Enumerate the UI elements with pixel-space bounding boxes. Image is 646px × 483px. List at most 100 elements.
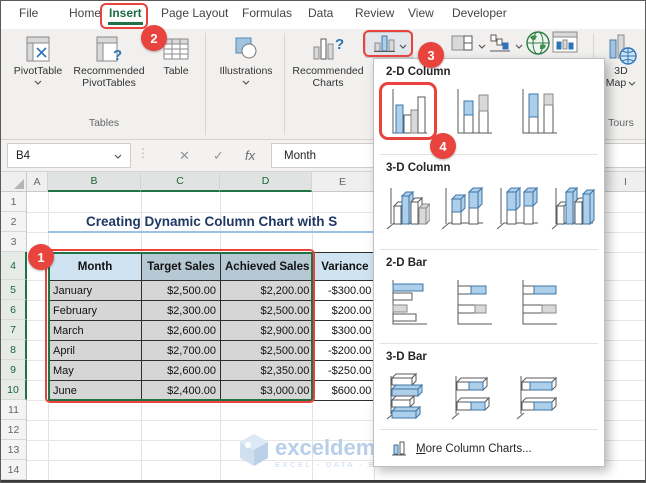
3d-stacked-bar-option[interactable] — [449, 371, 495, 427]
3d-100-percent-stacked-bar-option[interactable] — [514, 371, 560, 427]
row-header-8[interactable]: 8 — [1, 340, 27, 360]
tab-formulas[interactable]: Formulas — [242, 6, 292, 20]
cell[interactable]: $2,200.00 — [219, 280, 315, 301]
row-header-2[interactable]: 2 — [1, 212, 27, 232]
100-percent-stacked-column-option[interactable] — [514, 87, 560, 143]
column-chart-dropdown-menu: 2-D Column 3-D Column 2-D Bar 3-D Bar More C… — [373, 58, 605, 467]
pivotchart-button[interactable] — [550, 31, 579, 58]
insert-function-button[interactable]: fx — [245, 143, 255, 168]
cell[interactable]: $2,300.00 — [141, 300, 221, 321]
more-column-charts-option[interactable]: More Column Charts... — [374, 436, 604, 462]
insert-waterfall-chart-button[interactable] — [489, 32, 522, 58]
tab-review[interactable]: Review — [355, 6, 394, 20]
tab-page-layout[interactable]: Page Layout — [161, 6, 228, 20]
row-header-13[interactable]: 13 — [1, 440, 27, 460]
100-percent-stacked-bar-option[interactable] — [514, 278, 560, 334]
row-header-14[interactable]: 14 — [1, 460, 27, 480]
insert-map-chart-button[interactable] — [522, 30, 553, 58]
cell[interactable]: $2,700.00 — [141, 340, 221, 361]
tab-view[interactable]: View — [408, 6, 434, 20]
3d-clustered-column-icon — [384, 182, 432, 239]
3d-stacked-column-option[interactable] — [439, 183, 485, 239]
row-header-7[interactable]: 7 — [1, 320, 27, 340]
row-header-1[interactable]: 1 — [1, 192, 27, 212]
clustered-bar-option[interactable] — [384, 278, 430, 334]
cell[interactable]: February — [48, 300, 142, 321]
3d-map-button[interactable]: 3D Map — [599, 33, 643, 89]
tab-file[interactable]: File — [19, 6, 38, 20]
cell[interactable]: -$300.00 — [313, 280, 377, 301]
recommended-charts-button[interactable]: ? Recommended Charts — [291, 33, 365, 89]
3d-column-option[interactable] — [549, 183, 596, 239]
row-header-5[interactable]: 5 — [1, 280, 27, 300]
cell[interactable]: $2,600.00 — [141, 360, 221, 381]
table-header-achieved-sales[interactable]: Achieved Sales — [219, 252, 315, 281]
row-header-3[interactable]: 3 — [1, 232, 27, 252]
row-header-11[interactable]: 11 — [1, 400, 27, 420]
tab-developer[interactable]: Developer — [452, 6, 507, 20]
table-header-month[interactable]: Month — [48, 252, 142, 281]
column-header-E[interactable]: E — [312, 172, 374, 192]
select-all-corner[interactable] — [1, 172, 27, 192]
cell[interactable]: June — [48, 380, 142, 401]
3d-clustered-bar-option[interactable] — [384, 371, 430, 427]
recommended-pivottables-button[interactable]: ? Recommended PivotTables — [65, 33, 153, 89]
table-header-variance[interactable]: Variance — [313, 252, 377, 281]
3d-100-percent-stacked-column-option[interactable] — [494, 183, 540, 239]
column-header-I[interactable]: I — [605, 172, 645, 192]
3d-map-label-1: 3D — [614, 65, 628, 77]
cell[interactable]: March — [48, 320, 142, 341]
tab-data[interactable]: Data — [308, 6, 333, 20]
cell[interactable]: April — [48, 340, 142, 361]
cell[interactable]: May — [48, 360, 142, 381]
name-box[interactable]: B4 — [7, 143, 131, 168]
insert-hierarchy-chart-button[interactable] — [447, 32, 487, 58]
stacked-column-option[interactable] — [449, 87, 495, 143]
pivottable-icon — [22, 33, 54, 65]
cell[interactable]: $2,500.00 — [141, 280, 221, 301]
cell[interactable]: $2,500.00 — [219, 300, 315, 321]
enter-button[interactable]: ✓ — [213, 143, 224, 168]
tab-insert[interactable]: Insert — [109, 6, 142, 20]
100-percent-stacked-bar-icon — [514, 277, 560, 334]
cell[interactable]: $2,600.00 — [141, 320, 221, 341]
step-badge-2: 2 — [141, 25, 167, 51]
data-table[interactable]: Month Target Sales Achieved Sales Variance J… — [48, 252, 377, 401]
illustrations-icon — [230, 33, 262, 65]
table-header-target-sales[interactable]: Target Sales — [141, 252, 221, 281]
100-percent-stacked-column-icon — [514, 86, 560, 143]
column-header-B[interactable]: B — [48, 172, 141, 192]
dropdown-section-title: 2-D Bar — [386, 257, 427, 269]
column-header-C[interactable]: C — [141, 172, 220, 192]
cell[interactable]: $2,400.00 — [141, 380, 221, 401]
column-header-A[interactable]: A — [27, 172, 48, 192]
cell[interactable]: $200.00 — [313, 300, 377, 321]
watermark: exceldemy EXCEL - DATA - B — [239, 433, 388, 472]
cell[interactable]: $3,000.00 — [219, 380, 315, 401]
row-header-10[interactable]: 10 — [1, 380, 27, 400]
cell[interactable]: $2,500.00 — [219, 340, 315, 361]
cell[interactable]: $2,900.00 — [219, 320, 315, 341]
name-box-dropdown-icon[interactable] — [114, 150, 122, 162]
stacked-bar-option[interactable] — [449, 278, 495, 334]
cell[interactable]: $2,350.00 — [219, 360, 315, 381]
illustrations-button[interactable]: Illustrations — [211, 33, 281, 87]
tab-home[interactable]: Home — [69, 6, 101, 20]
cell[interactable]: -$200.00 — [313, 340, 377, 361]
row-header-6[interactable]: 6 — [1, 300, 27, 320]
cell[interactable]: $300.00 — [313, 320, 377, 341]
row-header-12[interactable]: 12 — [1, 420, 27, 440]
stacked-bar-icon — [449, 277, 495, 334]
insert-column-chart-button[interactable] — [365, 32, 413, 58]
row-header-4[interactable]: 4 — [1, 252, 27, 280]
cancel-button[interactable]: ✕ — [179, 143, 190, 168]
column-header-D[interactable]: D — [220, 172, 312, 192]
row-header-9[interactable]: 9 — [1, 360, 27, 380]
cell[interactable]: $600.00 — [313, 380, 377, 401]
clustered-column-option[interactable] — [384, 87, 430, 143]
step-badge-3: 3 — [418, 42, 444, 68]
cell[interactable]: January — [48, 280, 142, 301]
cell[interactable]: -$250.00 — [313, 360, 377, 381]
3d-clustered-column-option[interactable] — [384, 182, 432, 239]
pivottable-button[interactable]: PivotTable — [9, 33, 67, 87]
